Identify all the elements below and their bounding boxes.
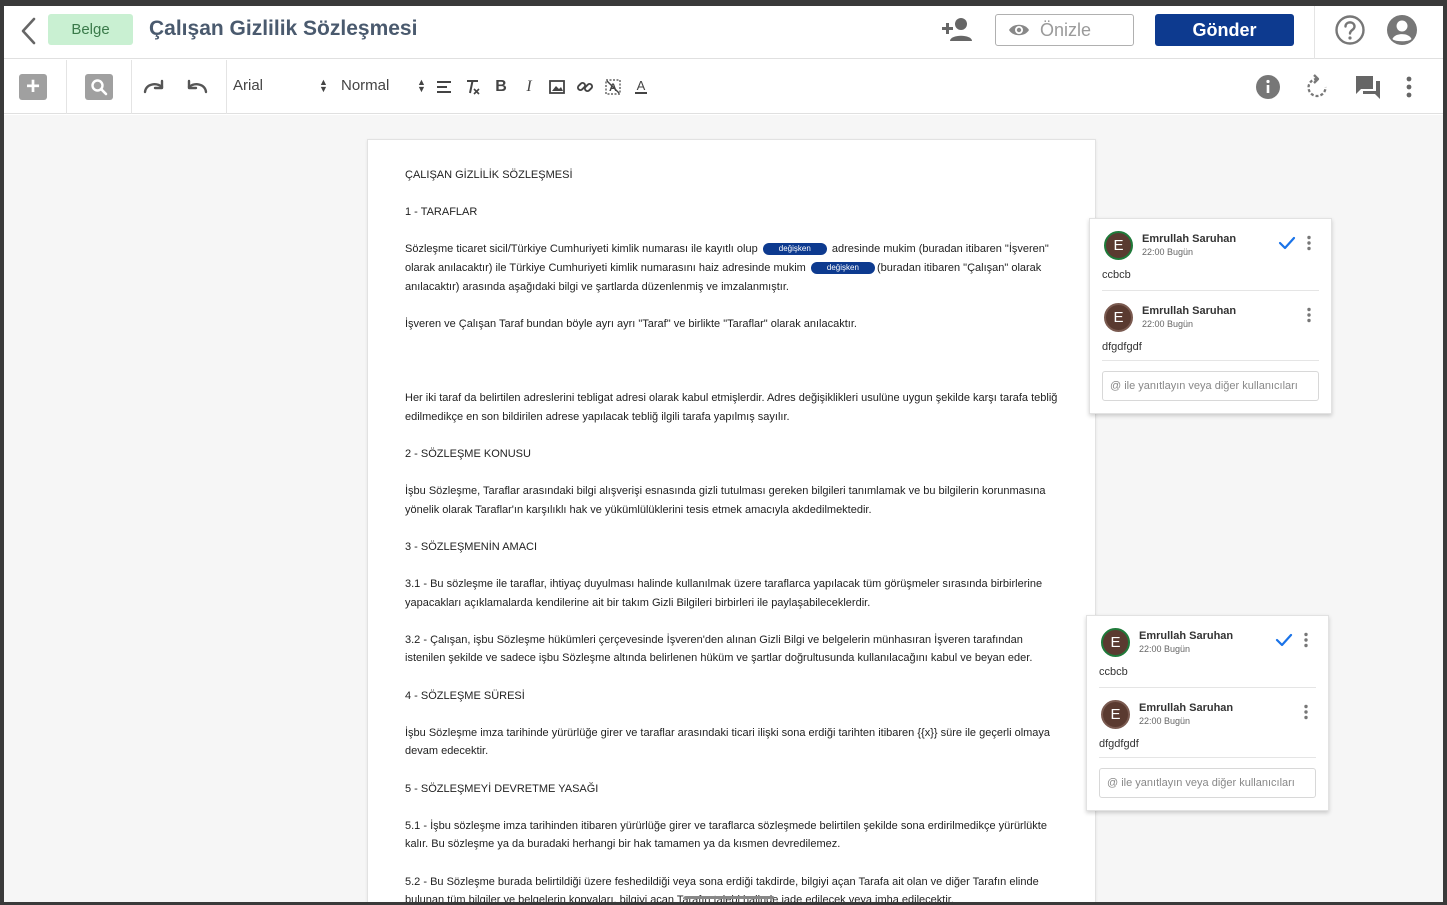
align-icon[interactable] (433, 76, 455, 98)
toolbar-divider (131, 60, 132, 114)
comment-time: 22:00 Bugün (1142, 247, 1194, 257)
comment: E Emrullah Saruhan 22:00 Bugün ccbcb (1102, 219, 1319, 291)
comment-author: Emrullah Saruhan (1139, 630, 1234, 642)
paragraph: İşveren ve Çalışan Taraf bundan böyle ay… (405, 317, 857, 330)
reply-input[interactable]: @ ile yanıtlayın veya diğer kullanıcılar… (1102, 371, 1319, 401)
toolbar-divider (226, 60, 227, 114)
eye-icon (1009, 24, 1029, 36)
reply-input[interactable]: @ ile yanıtlayın veya diğer kullanıcılar… (1099, 768, 1316, 798)
comments-icon[interactable] (1353, 72, 1383, 102)
comment-text: dfgdfgdf (1099, 738, 1139, 750)
bold-icon[interactable]: B (490, 76, 512, 98)
comment-author: Emrullah Saruhan (1139, 702, 1234, 714)
page-title: Çalışan Gizlilik Sözleşmesi (149, 17, 418, 40)
comment: E Emrullah Saruhan 22:00 Bugün dfgdfgdf (1102, 291, 1319, 361)
comment-author: Emrullah Saruhan (1142, 305, 1237, 317)
font-family-select[interactable]: Arial ▲ ▼ (233, 77, 328, 94)
add-user-icon[interactable] (940, 15, 974, 45)
image-icon[interactable] (546, 76, 568, 98)
document-heading: ÇALIŞAN GİZLİLİK SÖZLEŞMESİ (405, 169, 573, 181)
toolbar-divider (66, 60, 67, 114)
more-vert-icon[interactable] (1394, 72, 1424, 102)
comment-thread[interactable]: E Emrullah Saruhan 22:00 Bugün ccbcb E E… (1086, 615, 1329, 811)
more-vert-icon[interactable] (1306, 307, 1314, 325)
section-title: 2 - SÖZLEŞME KONUSU (405, 447, 531, 460)
paragraph: 3.1 - Bu sözleşme ile taraflar, ihtiyaç … (405, 578, 1043, 609)
select-arrows-icon: ▲ ▼ (417, 76, 426, 94)
comment-time: 22:00 Bugün (1139, 644, 1191, 654)
section-title: 4 - SÖZLEŞME SÜRESİ (405, 689, 525, 702)
header-divider (1314, 6, 1315, 59)
paragraph: İşbu Sözleşme imza tarihinde yürürlüğe g… (405, 726, 1051, 758)
redo-icon[interactable] (140, 73, 168, 101)
avatar: E (1101, 700, 1130, 729)
document-type-badge: Belge (48, 14, 133, 45)
comment: E Emrullah Saruhan 22:00 Bugün ccbcb (1099, 616, 1316, 688)
paragraph: İşbu Sözleşme, Taraflar arasındaki bilgi… (405, 485, 1046, 516)
more-vert-icon[interactable] (1306, 235, 1314, 253)
section-title: 5 - SÖZLEŞMEYİ DEVRETME YASAĞI (405, 782, 599, 795)
variable-chip[interactable]: değişken (762, 243, 827, 256)
comment-time: 22:00 Bugün (1142, 319, 1194, 329)
more-vert-icon[interactable] (1303, 704, 1311, 722)
resolve-check-icon[interactable] (1275, 631, 1293, 649)
comment-text: dfgdfgdf (1102, 341, 1142, 353)
comment-author: Emrullah Saruhan (1142, 233, 1237, 245)
search-icon (85, 74, 113, 100)
comment-time: 22:00 Bugün (1139, 716, 1191, 726)
paragraph-text: Sözleşme ticaret sicil/Türkiye Cumhuriye… (405, 243, 758, 256)
variable-chip[interactable]: değişken (810, 261, 875, 274)
paragraph-parties: Sözleşme ticaret sicil/Türkiye Cumhuriye… (405, 240, 1065, 296)
comment-thread[interactable]: E Emrullah Saruhan 22:00 Bugün ccbcb E E… (1089, 218, 1332, 414)
send-button[interactable]: Gönder (1155, 14, 1294, 46)
plus-icon: + (19, 74, 47, 100)
more-vert-icon[interactable] (1303, 632, 1311, 650)
editor-canvas: ÇALIŞAN GİZLİLİK SÖZLEŞMESİ 1 - TARAFLAR… (4, 115, 1443, 905)
paragraph: 3.2 - Çalışan, işbu Sözleşme hükümleri ç… (405, 633, 1033, 665)
resolve-check-icon[interactable] (1278, 234, 1296, 252)
insert-button[interactable]: + (19, 73, 47, 101)
text-style-value: Normal (341, 77, 390, 94)
select-arrows-icon: ▲ ▼ (319, 76, 328, 94)
avatar: E (1101, 628, 1130, 657)
scroll-indicator[interactable] (684, 896, 774, 899)
preview-label: Önizle (1040, 19, 1092, 40)
italic-icon[interactable]: I (518, 76, 540, 98)
history-refresh-icon[interactable] (1302, 72, 1332, 102)
font-family-value: Arial (233, 77, 264, 94)
help-icon[interactable] (1334, 14, 1366, 46)
svg-text:A: A (637, 78, 646, 93)
comment: E Emrullah Saruhan 22:00 Bugün dfgdfgdf (1099, 688, 1316, 758)
avatar: E (1104, 231, 1133, 260)
info-icon[interactable] (1253, 72, 1283, 102)
preview-button[interactable]: Önizle (995, 14, 1134, 46)
comment-text: ccbcb (1099, 666, 1128, 678)
account-icon[interactable] (1386, 14, 1418, 46)
document-page[interactable]: ÇALIŞAN GİZLİLİK SÖZLEŞMESİ 1 - TARAFLAR… (367, 139, 1096, 905)
app-header: Belge Çalışan Gizlilik Sözleşmesi Önizle… (4, 6, 1443, 59)
highlight-clear-icon[interactable]: A (602, 76, 624, 98)
section-title: 1 - TARAFLAR (405, 206, 478, 219)
avatar: E (1104, 303, 1133, 332)
text-style-select[interactable]: Normal ▲ ▼ (341, 76, 426, 94)
back-arrow-icon[interactable] (16, 15, 42, 47)
section-title: 3 - SÖZLEŞMENİN AMACI (405, 540, 538, 553)
paragraph: 5.2 - Bu Sözleşme burada belirtildiği üz… (405, 875, 1039, 905)
comment-text: ccbcb (1102, 269, 1131, 281)
text-color-icon[interactable]: A (630, 76, 652, 98)
paragraph: Her iki taraf da belirtilen adreslerini … (405, 392, 1058, 423)
paragraph: 5.1 - İşbu sözleşme imza tarihinden itib… (405, 819, 1047, 851)
document-body[interactable]: ÇALIŞAN GİZLİLİK SÖZLEŞMESİ 1 - TARAFLAR… (405, 166, 1065, 905)
link-icon[interactable] (574, 76, 596, 98)
editor-toolbar: + Arial ▲ ▼ Normal ▲ ▼ B I A A (4, 60, 1443, 114)
undo-icon[interactable] (183, 73, 211, 101)
clear-format-icon[interactable] (462, 76, 484, 98)
search-button[interactable] (85, 73, 113, 101)
